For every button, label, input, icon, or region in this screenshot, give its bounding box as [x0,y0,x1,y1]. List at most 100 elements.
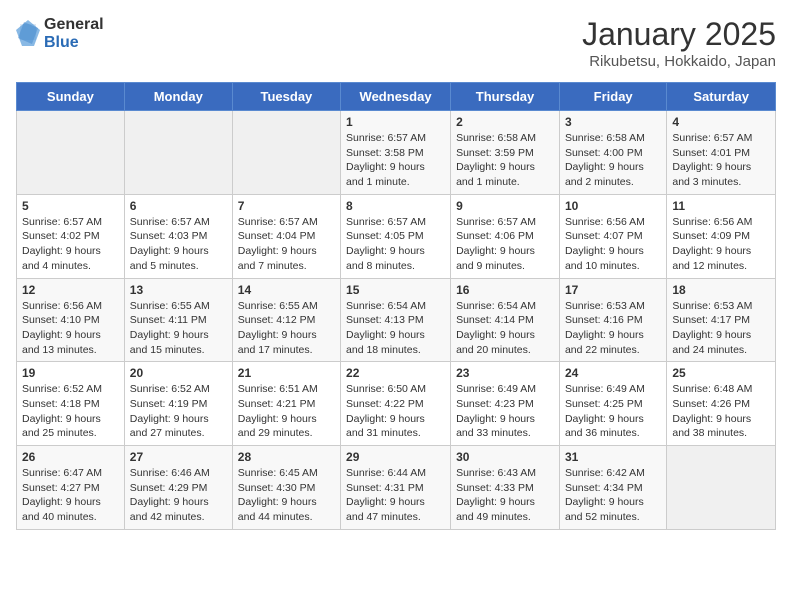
calendar-cell: 27 Sunrise: 6:46 AMSunset: 4:29 PMDayligh… [124,446,232,530]
calendar-header: SundayMondayTuesdayWednesdayThursdayFrid… [17,83,776,111]
month-title: January 2025 [582,16,776,53]
day-number: 21 [238,366,335,380]
day-number: 26 [22,450,119,464]
day-info: Sunrise: 6:57 AMSunset: 4:03 PMDaylight:… [130,215,227,274]
logo-blue: Blue [44,34,104,52]
day-number: 9 [456,199,554,213]
calendar-cell: 17 Sunrise: 6:53 AMSunset: 4:16 PMDayligh… [559,278,666,362]
calendar-cell: 19 Sunrise: 6:52 AMSunset: 4:18 PMDayligh… [17,362,125,446]
calendar-cell: 21 Sunrise: 6:51 AMSunset: 4:21 PMDayligh… [232,362,340,446]
day-info: Sunrise: 6:58 AMSunset: 4:00 PMDaylight:… [565,131,661,190]
day-info: Sunrise: 6:55 AMSunset: 4:12 PMDaylight:… [238,299,335,358]
calendar-cell: 10 Sunrise: 6:56 AMSunset: 4:07 PMDayligh… [559,194,666,278]
calendar-cell: 25 Sunrise: 6:48 AMSunset: 4:26 PMDayligh… [667,362,776,446]
day-info: Sunrise: 6:52 AMSunset: 4:18 PMDaylight:… [22,382,119,441]
calendar-cell: 6Sunrise: 6:57 AMSunset: 4:03 PMDaylight… [124,194,232,278]
day-number: 1 [346,115,445,129]
day-info: Sunrise: 6:57 AMSunset: 4:05 PMDaylight:… [346,215,445,274]
calendar-cell: 3 Sunrise: 6:58 AMSunset: 4:00 PMDaylight… [559,111,666,195]
calendar-cell: 18 Sunrise: 6:53 AMSunset: 4:17 PMDayligh… [667,278,776,362]
calendar-body: 1 Sunrise: 6:57 AMSunset: 3:58 PMDaylight… [17,111,776,530]
day-info: Sunrise: 6:45 AMSunset: 4:30 PMDaylight:… [238,466,335,525]
weekday-header-sunday: Sunday [17,83,125,111]
day-number: 27 [130,450,227,464]
weekday-header-tuesday: Tuesday [232,83,340,111]
day-number: 15 [346,283,445,297]
day-info: Sunrise: 6:53 AMSunset: 4:17 PMDaylight:… [672,299,770,358]
calendar-cell [667,446,776,530]
weekday-header-thursday: Thursday [451,83,560,111]
page-header: General Blue January 2025 Rikubetsu, Hok… [16,16,776,70]
logo: General Blue [16,16,104,51]
day-info: Sunrise: 6:46 AMSunset: 4:29 PMDaylight:… [130,466,227,525]
day-number: 28 [238,450,335,464]
day-info: Sunrise: 6:57 AMSunset: 4:06 PMDaylight:… [456,215,554,274]
day-info: Sunrise: 6:48 AMSunset: 4:26 PMDaylight:… [672,382,770,441]
logo-general: General [44,16,104,34]
calendar-cell: 31Sunrise: 6:42 AMSunset: 4:34 PMDayligh… [559,446,666,530]
calendar-cell: 13 Sunrise: 6:55 AMSunset: 4:11 PMDayligh… [124,278,232,362]
calendar-week-2: 5Sunrise: 6:57 AMSunset: 4:02 PMDaylight… [17,194,776,278]
day-number: 23 [456,366,554,380]
calendar-cell: 26Sunrise: 6:47 AMSunset: 4:27 PMDayligh… [17,446,125,530]
calendar-cell: 30Sunrise: 6:43 AMSunset: 4:33 PMDayligh… [451,446,560,530]
calendar-cell: 22 Sunrise: 6:50 AMSunset: 4:22 PMDayligh… [341,362,451,446]
calendar-cell: 8Sunrise: 6:57 AMSunset: 4:05 PMDaylight… [341,194,451,278]
calendar-week-1: 1 Sunrise: 6:57 AMSunset: 3:58 PMDaylight… [17,111,776,195]
weekday-row: SundayMondayTuesdayWednesdayThursdayFrid… [17,83,776,111]
logo-text: General Blue [44,16,104,51]
day-info: Sunrise: 6:52 AMSunset: 4:19 PMDaylight:… [130,382,227,441]
day-number: 17 [565,283,661,297]
weekday-header-monday: Monday [124,83,232,111]
calendar-cell: 28 Sunrise: 6:45 AMSunset: 4:30 PMDayligh… [232,446,340,530]
day-info: Sunrise: 6:54 AMSunset: 4:14 PMDaylight:… [456,299,554,358]
day-number: 10 [565,199,661,213]
calendar-cell: 24Sunrise: 6:49 AMSunset: 4:25 PMDayligh… [559,362,666,446]
day-info: Sunrise: 6:58 AMSunset: 3:59 PMDaylight:… [456,131,554,190]
day-info: Sunrise: 6:56 AMSunset: 4:10 PMDaylight:… [22,299,119,358]
calendar-cell: 9 Sunrise: 6:57 AMSunset: 4:06 PMDaylight… [451,194,560,278]
day-number: 31 [565,450,661,464]
day-number: 11 [672,199,770,213]
day-info: Sunrise: 6:51 AMSunset: 4:21 PMDaylight:… [238,382,335,441]
calendar-cell: 29 Sunrise: 6:44 AMSunset: 4:31 PMDayligh… [341,446,451,530]
calendar-cell: 15 Sunrise: 6:54 AMSunset: 4:13 PMDayligh… [341,278,451,362]
day-number: 13 [130,283,227,297]
day-number: 3 [565,115,661,129]
calendar-week-5: 26Sunrise: 6:47 AMSunset: 4:27 PMDayligh… [17,446,776,530]
calendar-cell: 20Sunrise: 6:52 AMSunset: 4:19 PMDayligh… [124,362,232,446]
day-number: 29 [346,450,445,464]
day-number: 16 [456,283,554,297]
day-info: Sunrise: 6:54 AMSunset: 4:13 PMDaylight:… [346,299,445,358]
day-number: 24 [565,366,661,380]
day-info: Sunrise: 6:53 AMSunset: 4:16 PMDaylight:… [565,299,661,358]
calendar-cell: 12Sunrise: 6:56 AMSunset: 4:10 PMDayligh… [17,278,125,362]
calendar-cell: 7 Sunrise: 6:57 AMSunset: 4:04 PMDaylight… [232,194,340,278]
day-number: 18 [672,283,770,297]
calendar-cell: 5Sunrise: 6:57 AMSunset: 4:02 PMDaylight… [17,194,125,278]
calendar-cell: 11Sunrise: 6:56 AMSunset: 4:09 PMDayligh… [667,194,776,278]
calendar-cell [124,111,232,195]
calendar-cell [17,111,125,195]
day-number: 4 [672,115,770,129]
day-info: Sunrise: 6:44 AMSunset: 4:31 PMDaylight:… [346,466,445,525]
day-number: 19 [22,366,119,380]
day-info: Sunrise: 6:57 AMSunset: 4:01 PMDaylight:… [672,131,770,190]
day-info: Sunrise: 6:57 AMSunset: 3:58 PMDaylight:… [346,131,445,190]
day-info: Sunrise: 6:50 AMSunset: 4:22 PMDaylight:… [346,382,445,441]
day-info: Sunrise: 6:57 AMSunset: 4:04 PMDaylight:… [238,215,335,274]
day-number: 25 [672,366,770,380]
calendar-cell: 1 Sunrise: 6:57 AMSunset: 3:58 PMDaylight… [341,111,451,195]
day-info: Sunrise: 6:43 AMSunset: 4:33 PMDaylight:… [456,466,554,525]
day-number: 22 [346,366,445,380]
day-number: 7 [238,199,335,213]
calendar-cell: 2 Sunrise: 6:58 AMSunset: 3:59 PMDaylight… [451,111,560,195]
day-info: Sunrise: 6:56 AMSunset: 4:07 PMDaylight:… [565,215,661,274]
calendar-cell: 16 Sunrise: 6:54 AMSunset: 4:14 PMDayligh… [451,278,560,362]
day-info: Sunrise: 6:49 AMSunset: 4:23 PMDaylight:… [456,382,554,441]
day-number: 5 [22,199,119,213]
day-info: Sunrise: 6:55 AMSunset: 4:11 PMDaylight:… [130,299,227,358]
day-number: 2 [456,115,554,129]
calendar-cell: 23 Sunrise: 6:49 AMSunset: 4:23 PMDayligh… [451,362,560,446]
day-number: 14 [238,283,335,297]
